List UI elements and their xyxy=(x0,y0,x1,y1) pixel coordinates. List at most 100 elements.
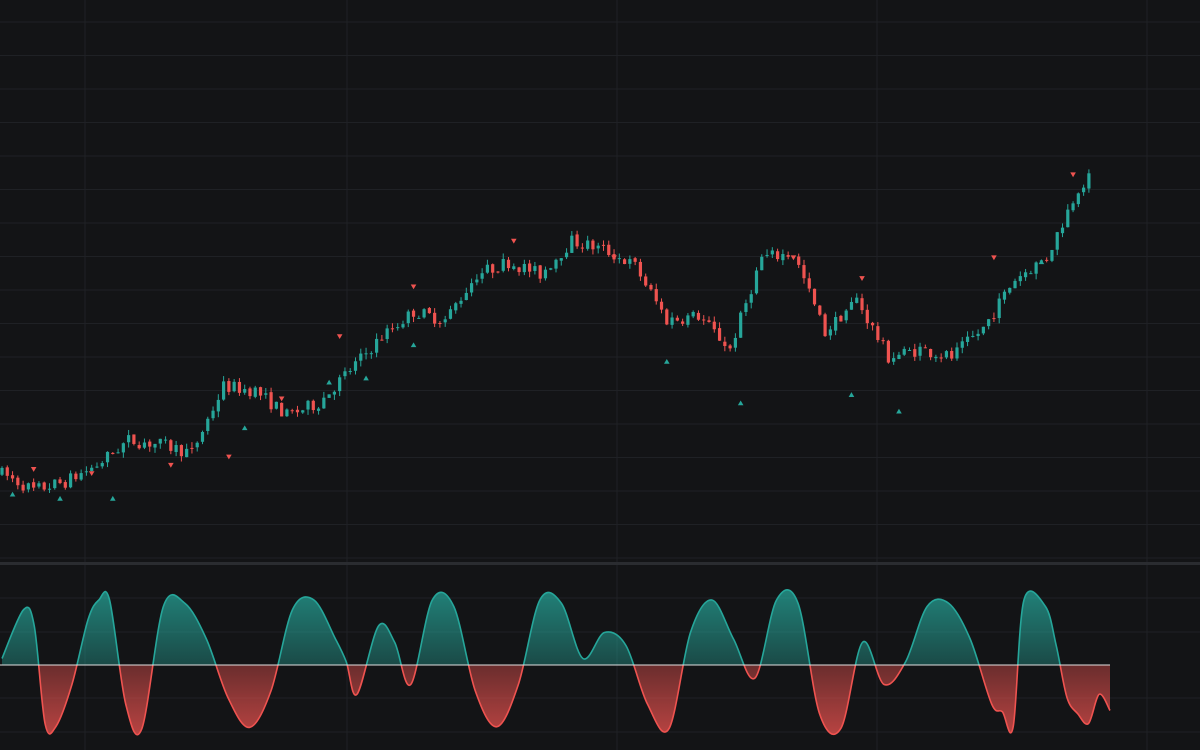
candle-body xyxy=(148,441,152,447)
candle-body xyxy=(5,467,9,476)
chart-svg[interactable] xyxy=(0,0,1200,750)
candle-body xyxy=(185,448,189,458)
candle-body xyxy=(981,326,985,334)
candle-body xyxy=(512,266,516,269)
chart-container[interactable] xyxy=(0,0,1200,750)
pane-separator[interactable] xyxy=(0,562,1200,565)
candle-body xyxy=(517,267,521,273)
candle-body xyxy=(301,410,305,413)
candle-body xyxy=(311,400,315,411)
candle-body xyxy=(380,339,384,341)
candle-body xyxy=(886,340,890,363)
candle-body xyxy=(1023,272,1028,278)
candle-body xyxy=(902,348,906,355)
candle-body xyxy=(406,311,410,324)
candle-body xyxy=(807,278,811,289)
candle-body xyxy=(591,240,595,250)
candle-body xyxy=(781,254,785,261)
candle-body xyxy=(121,443,125,453)
candle-body xyxy=(63,482,67,488)
candle-body xyxy=(628,259,632,264)
candle-body xyxy=(665,309,669,325)
candle-body xyxy=(760,256,764,271)
candle-body xyxy=(997,298,1001,319)
candle-body xyxy=(681,321,685,324)
candle-body xyxy=(401,324,405,328)
candle-body xyxy=(834,317,838,331)
candle-body xyxy=(844,310,848,321)
candle-body xyxy=(316,408,321,411)
candle-body xyxy=(728,345,732,349)
candle-body xyxy=(939,357,943,359)
candle-body xyxy=(195,442,199,448)
candle-body xyxy=(206,418,210,432)
candle-body xyxy=(950,350,954,359)
candle-body xyxy=(586,240,590,249)
candle-body xyxy=(570,235,574,253)
candle-body xyxy=(190,447,194,449)
candle-body xyxy=(675,317,679,321)
candle-body xyxy=(327,394,331,398)
candle-body xyxy=(285,409,289,417)
candle-body xyxy=(269,392,273,410)
candle-body xyxy=(538,265,542,279)
candle-body xyxy=(1060,227,1065,234)
candle-body xyxy=(1029,273,1033,275)
candle-body xyxy=(691,311,695,317)
candle-body xyxy=(375,338,379,353)
candle-body xyxy=(10,475,15,479)
candle-body xyxy=(16,477,20,486)
candle-body xyxy=(855,297,859,303)
candle-body xyxy=(216,399,220,412)
candle-body xyxy=(1055,232,1059,250)
candle-body xyxy=(132,434,136,444)
candle-body xyxy=(32,482,36,488)
candle-body xyxy=(464,292,468,301)
candle-body xyxy=(865,309,869,324)
candle-body xyxy=(601,244,606,246)
candle-body xyxy=(116,452,120,454)
candle-body xyxy=(322,397,326,409)
candle-body xyxy=(733,337,737,348)
candle-body xyxy=(707,320,711,322)
candle-body xyxy=(622,259,627,265)
candle-body xyxy=(823,314,827,337)
candle-body xyxy=(338,377,342,392)
candle-body xyxy=(976,333,980,337)
candle-body xyxy=(111,452,115,454)
candle-body xyxy=(987,319,991,327)
candle-body xyxy=(971,335,975,337)
candle-body xyxy=(359,353,363,361)
candle-body xyxy=(0,467,4,475)
candle-body xyxy=(200,431,205,442)
candle-body xyxy=(765,254,769,256)
candle-body xyxy=(385,328,389,339)
candle-body xyxy=(1002,291,1007,300)
candle-body xyxy=(654,289,658,302)
candle-body xyxy=(58,479,62,484)
candle-body xyxy=(1013,280,1017,289)
candle-body xyxy=(797,256,801,265)
candle-body xyxy=(992,318,996,320)
candle-body xyxy=(506,259,511,269)
candle-body xyxy=(1008,287,1012,293)
candle-body xyxy=(934,356,938,359)
candle-body xyxy=(137,445,141,449)
candle-body xyxy=(533,266,537,271)
candle-body xyxy=(353,361,358,371)
candle-body xyxy=(411,310,416,317)
candle-body xyxy=(237,381,242,393)
candle-body xyxy=(222,381,226,400)
candle-body xyxy=(169,440,173,451)
candle-body xyxy=(607,244,611,256)
candle-body xyxy=(543,269,548,279)
candle-body xyxy=(897,354,901,360)
candle-body xyxy=(74,473,78,480)
candle-body xyxy=(274,401,278,409)
candle-body xyxy=(1045,259,1049,261)
candle-body xyxy=(670,317,674,325)
candle-body xyxy=(649,285,653,290)
candle-body xyxy=(575,234,579,247)
candle-body xyxy=(258,387,263,396)
candle-body xyxy=(390,328,395,330)
